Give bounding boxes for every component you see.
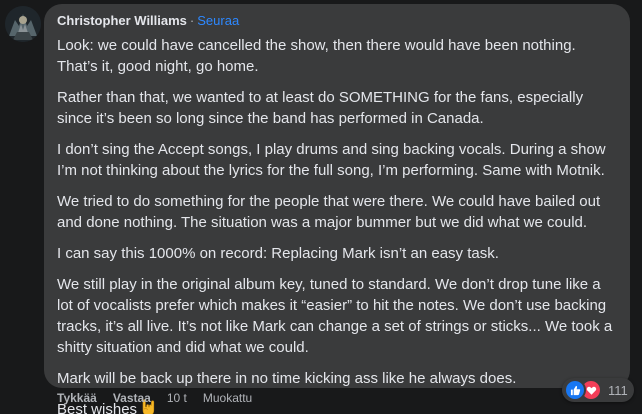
- like-button[interactable]: Tykkää: [57, 390, 97, 406]
- like-icon: [564, 379, 586, 401]
- reply-button[interactable]: Vastaa: [113, 390, 151, 406]
- reactions-summary[interactable]: 111: [562, 378, 634, 402]
- comment-bubble: Christopher Williams · Seuraa Look: we c…: [44, 4, 630, 414]
- comment-actions: Tykkää Vastaa 10 t Muokattu: [57, 390, 252, 406]
- edited-indicator[interactable]: Muokattu: [203, 390, 252, 406]
- comment-paragraph: Look: we could have cancelled the show, …: [57, 37, 576, 75]
- avatar[interactable]: [5, 6, 41, 42]
- comment-paragraph: Rather than that, we wanted to at least …: [57, 89, 584, 127]
- follow-link[interactable]: Seuraa: [197, 12, 239, 30]
- reaction-count: 111: [608, 382, 628, 398]
- comment-body: Look: we could have cancelled the show, …: [57, 35, 616, 414]
- comment-timestamp[interactable]: 10 t: [167, 390, 187, 406]
- avatar-image: [5, 6, 41, 42]
- comment-paragraph: We tried to do something for the people …: [57, 193, 601, 231]
- comment-container: Christopher Williams · Seuraa Look: we c…: [0, 0, 642, 414]
- comment-paragraph: We still play in the original album key,…: [57, 276, 613, 356]
- comment-paragraph: I can say this 1000% on record: Replacin…: [57, 245, 499, 262]
- comment-paragraph: Mark will be back up there in no time ki…: [57, 370, 517, 387]
- comment-paragraph: I don’t sing the Accept songs, I play dr…: [57, 141, 606, 179]
- comment-header: Christopher Williams · Seuraa: [57, 12, 616, 30]
- author-name[interactable]: Christopher Williams: [57, 12, 187, 30]
- separator-dot: ·: [189, 13, 195, 28]
